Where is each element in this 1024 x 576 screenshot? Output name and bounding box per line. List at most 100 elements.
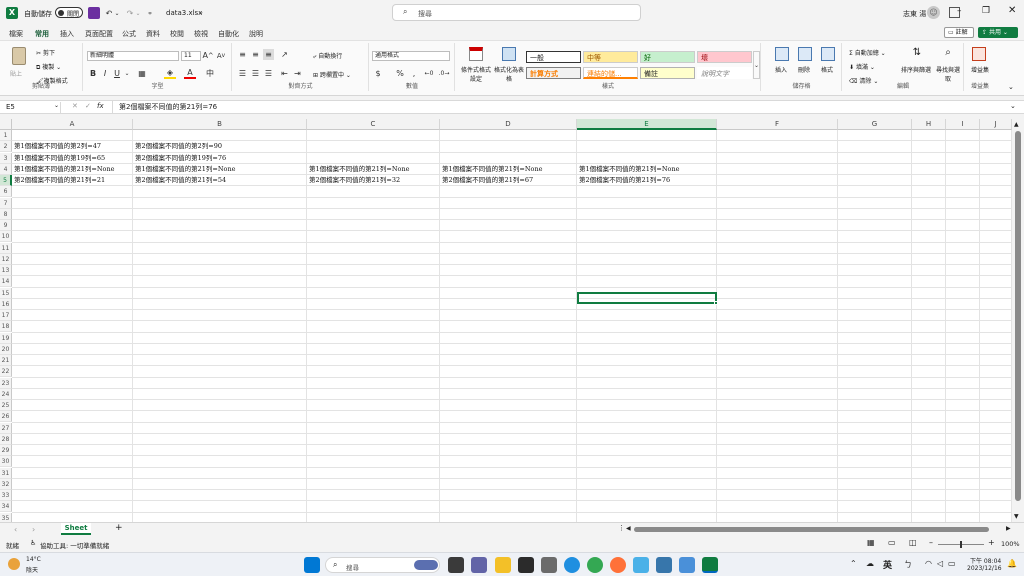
column-header-d[interactable]: D (440, 119, 577, 130)
edge-icon[interactable] (564, 557, 580, 573)
settings-icon[interactable] (541, 557, 557, 573)
column-header-i[interactable]: I (946, 119, 980, 130)
row-header-29[interactable]: 29 (0, 445, 12, 456)
collapse-ribbon-icon[interactable]: ⌄ (1008, 83, 1014, 91)
close-icon[interactable]: ✕ (1008, 5, 1016, 16)
align-bottom-icon[interactable]: ≡ (263, 49, 274, 60)
row-header-32[interactable]: 32 (0, 478, 12, 490)
increase-decimal-icon[interactable]: ←0 (422, 68, 436, 79)
row-header-10[interactable]: 10 (0, 231, 12, 243)
row-header-6[interactable]: 6 (0, 186, 12, 198)
tab-automate[interactable]: 自動化 (218, 29, 239, 39)
undo-dropdown-icon[interactable]: ⌄ (114, 6, 120, 20)
tray-app-icon[interactable]: ☁ (866, 559, 874, 568)
row-header-11[interactable]: 11 (0, 242, 12, 254)
row-header-3[interactable]: 3 (0, 152, 12, 164)
row-header-2[interactable]: 2 (0, 141, 12, 153)
copy-button[interactable]: ⧉ 複製 ⌄ (36, 62, 61, 72)
avatar[interactable]: ☺ (927, 6, 940, 19)
find-select-button[interactable]: ⌕ 尋找與選取 (935, 47, 961, 83)
row-header-33[interactable]: 33 (0, 490, 12, 501)
autosum-button[interactable]: Σ 自動加總 ⌄ (849, 48, 886, 57)
cell-a3[interactable]: 第1個檔案不同值的第19列=65 (12, 153, 105, 164)
terminal-icon[interactable] (518, 557, 534, 573)
underline-chevron-icon[interactable]: ⌄ (124, 68, 130, 79)
row-header-22[interactable]: 22 (0, 366, 12, 378)
wrap-text-button[interactable]: ⤶ 自動換行 (313, 51, 342, 61)
formula-input[interactable]: 第2個檔案不同值的第21列=76 (112, 101, 1002, 113)
tab-page-layout[interactable]: 頁面配置 (85, 29, 113, 39)
number-format-select[interactable]: 通用格式 (372, 51, 450, 61)
align-top-icon[interactable]: ≡ (237, 49, 248, 60)
cell-a4[interactable]: 第1個檔案不同值的第21列=None (12, 164, 115, 175)
filename-chevron-icon[interactable]: ⌄ (198, 8, 204, 16)
grow-font-icon[interactable]: A ^ (202, 50, 213, 61)
row-header-12[interactable]: 12 (0, 253, 12, 265)
tab-review[interactable]: 校閱 (170, 29, 184, 39)
style-bad[interactable]: 壞 (697, 51, 752, 63)
file-explorer-icon[interactable] (495, 557, 511, 573)
style-calculation[interactable]: 計算方式 (526, 67, 581, 79)
insert-function-icon[interactable]: fx (97, 102, 104, 110)
comma-icon[interactable]: , (408, 68, 420, 79)
cell-b2[interactable]: 第2個檔案不同值的第2列=90 (133, 141, 222, 152)
cell-b4[interactable]: 第1個檔案不同值的第21列=None (133, 164, 236, 175)
cut-button[interactable]: ✂ 剪下 (36, 48, 55, 57)
row-header-16[interactable]: 16 (0, 298, 12, 310)
style-note[interactable]: 備註 (640, 67, 695, 79)
currency-icon[interactable]: $ (372, 68, 384, 79)
restore-icon[interactable]: ❐ (982, 6, 990, 16)
row-header-8[interactable]: 8 (0, 208, 12, 220)
fill-button[interactable]: ⬇ 填滿 ⌄ (849, 62, 875, 71)
zoom-slider[interactable] (938, 541, 984, 548)
style-linked-cell[interactable]: 連結的儲... (583, 67, 638, 79)
namebox-chevron-icon[interactable]: ⌄ (54, 102, 59, 109)
insert-cells-button[interactable]: 插入 (772, 47, 792, 74)
clock-date[interactable]: 2023/12/16 (967, 565, 1002, 572)
paste-button[interactable]: 貼上 (6, 47, 32, 79)
shrink-font-icon[interactable]: Av (216, 50, 226, 61)
minimize-icon[interactable]: – (957, 6, 962, 16)
select-all-corner[interactable] (0, 119, 12, 130)
italic-button[interactable]: I (100, 68, 110, 79)
share-button[interactable]: ⇪ 共用 ⌄ (978, 27, 1018, 38)
scroll-down-icon[interactable]: ▼ (1014, 513, 1019, 520)
align-middle-icon[interactable]: ≡ (250, 49, 261, 60)
phonetic-icon[interactable]: 中 (204, 68, 216, 79)
notification-bell-icon[interactable]: 🔔 (1007, 559, 1017, 568)
underline-button[interactable]: U (112, 68, 122, 79)
tab-data[interactable]: 資料 (146, 29, 160, 39)
fill-color-icon[interactable]: ◈ (164, 68, 176, 79)
zoom-in-icon[interactable]: + (988, 538, 995, 547)
format-cells-button[interactable]: 格式 (818, 47, 838, 74)
accessibility-status[interactable]: 協助工具: 一切準備就緒 (40, 540, 109, 550)
cancel-icon[interactable]: ✕ (72, 102, 78, 110)
row-header-13[interactable]: 13 (0, 265, 12, 276)
row-header-7[interactable]: 7 (0, 197, 12, 209)
row-header-31[interactable]: 31 (0, 467, 12, 479)
enter-icon[interactable]: ✓ (85, 102, 91, 110)
row-header-14[interactable]: 14 (0, 276, 12, 288)
accessibility-icon[interactable]: ♿ (30, 539, 36, 547)
python-icon[interactable] (656, 557, 672, 573)
style-good[interactable]: 好 (640, 51, 695, 63)
row-header-1[interactable]: 1 (0, 130, 12, 141)
notepad-icon[interactable] (679, 557, 695, 573)
cell-b5[interactable]: 第2個檔案不同值的第21列=54 (133, 175, 226, 186)
vertical-scroll-thumb[interactable] (1015, 131, 1021, 501)
taskbar-search[interactable]: ⌕ 搜尋 (325, 557, 440, 573)
prev-sheet-icon[interactable]: ‹ (14, 525, 17, 534)
bold-button[interactable]: B (88, 68, 98, 79)
scroll-up-icon[interactable]: ▲ (1014, 121, 1019, 128)
zoom-out-icon[interactable]: – (929, 538, 933, 547)
tab-view[interactable]: 檢視 (194, 29, 208, 39)
style-explanatory[interactable]: 說明文字 (697, 67, 752, 79)
scroll-right-icon[interactable]: ▶ (1006, 525, 1011, 532)
comments-button[interactable]: ▭ 註解 (944, 27, 974, 38)
font-name-select[interactable]: 新細明體 (87, 51, 179, 61)
cell-a5[interactable]: 第2個檔案不同值的第21列=21 (12, 175, 105, 186)
sort-filter-button[interactable]: ⇅ 排序與篩選 (901, 47, 933, 74)
row-header-35[interactable]: 35 (0, 512, 12, 522)
tabs-more-icon[interactable]: ⋮ (618, 524, 625, 532)
name-box[interactable]: E5 (3, 102, 61, 113)
